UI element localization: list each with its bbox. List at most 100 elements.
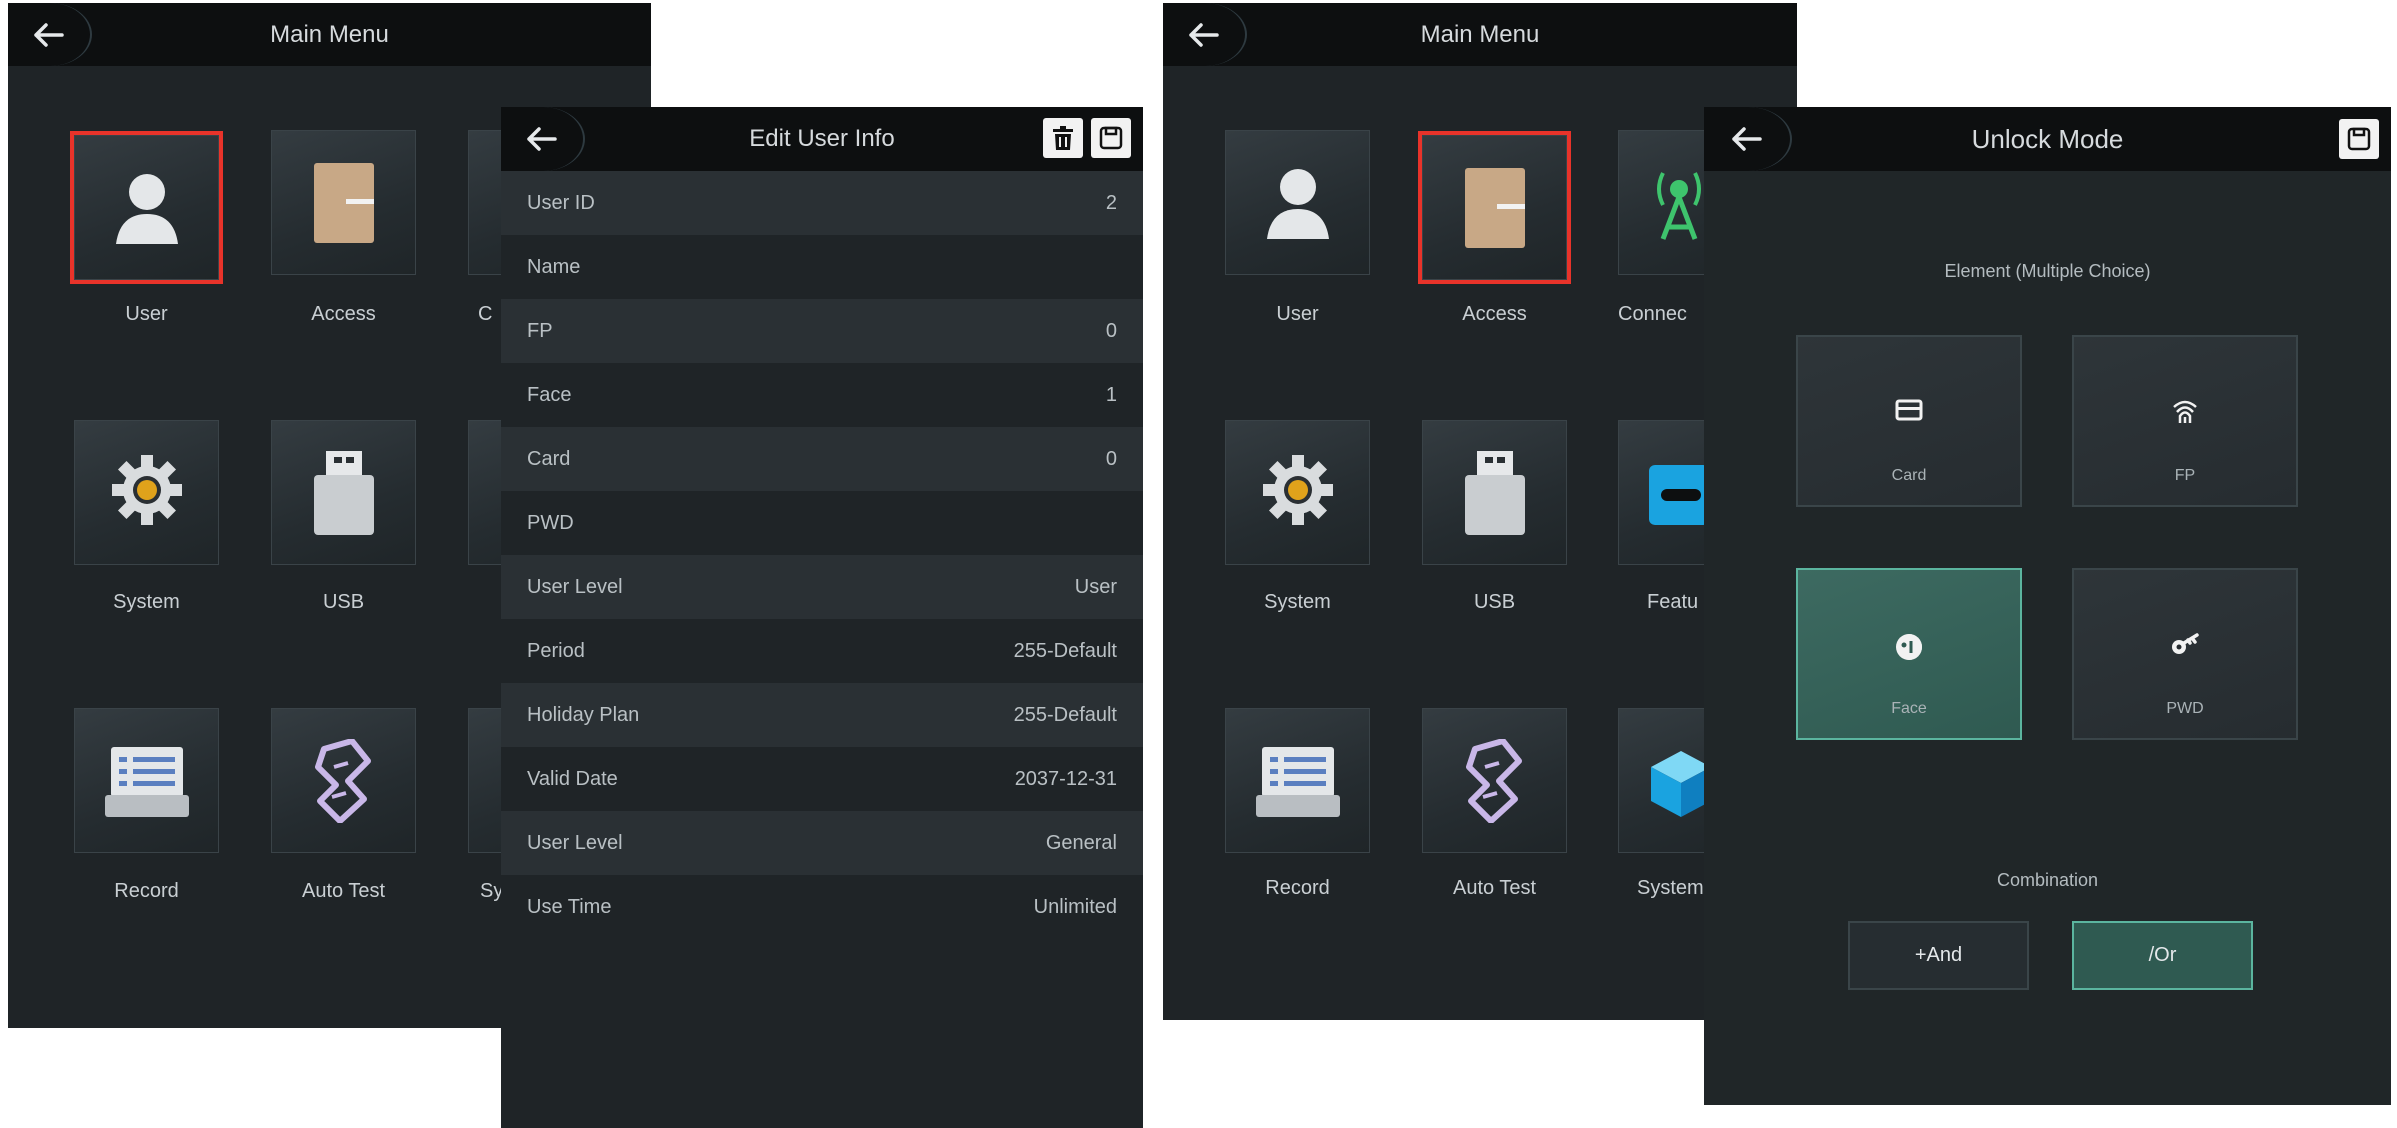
row-holiday-plan[interactable]: Holiday Plan 255-Default	[501, 683, 1143, 747]
menu-label-record: Record	[1265, 877, 1330, 899]
menu-label-user: User	[125, 303, 168, 325]
element-pwd[interactable]: PWD	[2072, 568, 2298, 740]
unlock-mode-panel: Unlock Mode Element (Multiple Choice) Ca…	[1704, 107, 2391, 1105]
row-fp[interactable]: FP 0	[501, 299, 1143, 363]
row-value: 2	[1105, 191, 1117, 214]
row-label: Use Time	[527, 895, 612, 918]
combination-or-button[interactable]: /Or	[2072, 921, 2253, 990]
gear-icon	[111, 455, 182, 525]
row-value: 255-Default	[1013, 703, 1117, 726]
element-label: Face	[1891, 700, 1927, 717]
card-icon	[1895, 399, 1923, 421]
row-value: 0	[1105, 447, 1117, 470]
menu-tile-auto-test[interactable]	[1422, 708, 1567, 853]
menu-tile-record[interactable]	[74, 708, 219, 853]
save-button[interactable]	[1091, 118, 1131, 158]
usb-drive-icon	[1464, 451, 1525, 535]
delete-button[interactable]	[1043, 118, 1083, 158]
main-menu-panel-right: Main Menu User Access Connec System USB …	[1163, 3, 1797, 1020]
row-value: 255-Default	[1013, 639, 1117, 662]
row-pwd[interactable]: PWD	[501, 491, 1143, 555]
menu-tile-user[interactable]	[70, 131, 223, 284]
menu-tile-record[interactable]	[1225, 708, 1370, 853]
row-user-level-2[interactable]: User Level General	[501, 811, 1143, 875]
menu-tile-user[interactable]	[1225, 130, 1370, 275]
row-use-time[interactable]: Use Time Unlimited	[501, 875, 1143, 939]
menu-label-system: System	[1264, 591, 1331, 613]
menu-label-auto-test: Auto Test	[301, 880, 386, 902]
row-label: User Level	[527, 575, 623, 598]
auto-test-icon	[1465, 739, 1522, 823]
face-icon	[1896, 634, 1922, 660]
fingerprint-icon	[2173, 400, 2197, 423]
save-icon	[1099, 126, 1123, 150]
row-label: User Level	[527, 831, 623, 854]
key-icon	[2172, 633, 2199, 654]
edit-user-info-panel: Edit User Info User ID 2 Name FP 0 Face …	[501, 107, 1143, 1128]
usb-drive-icon	[313, 451, 374, 535]
row-user-id[interactable]: User ID 2	[501, 171, 1143, 235]
menu-label-features: Featu	[1647, 591, 1699, 613]
element-card[interactable]: Card	[1796, 335, 2022, 507]
menu-tile-system[interactable]	[1225, 420, 1370, 565]
row-value: 0	[1105, 319, 1117, 342]
row-name[interactable]: Name	[501, 235, 1143, 299]
back-button[interactable]	[1704, 107, 1792, 171]
menu-label-usb: USB	[1473, 591, 1516, 613]
menu-label-system-info: Sy	[480, 880, 504, 902]
combination-heading: Combination	[1996, 870, 2099, 890]
row-label: Card	[527, 447, 571, 470]
menu-grid: User Access Connec System USB Featu Reco…	[1163, 3, 1797, 1020]
element-label: Card	[1891, 467, 1927, 484]
back-button[interactable]	[501, 107, 585, 171]
back-arrow-icon	[1732, 127, 1762, 151]
row-value: 1	[1105, 383, 1117, 406]
menu-label-system-info: System	[1637, 877, 1704, 899]
menu-tile-usb[interactable]	[1422, 420, 1567, 565]
row-value: User	[1074, 575, 1117, 598]
menu-label-connection: Connec	[1618, 303, 1687, 325]
element-label: PWD	[2166, 700, 2204, 717]
row-face[interactable]: Face 1	[501, 363, 1143, 427]
user-icon	[115, 174, 178, 244]
antenna-icon	[1657, 172, 1701, 240]
door-icon	[1464, 168, 1525, 248]
door-icon	[313, 163, 374, 243]
menu-label-record: Record	[114, 880, 179, 902]
menu-tile-system[interactable]	[74, 420, 219, 565]
row-label: Name	[527, 255, 581, 278]
menu-label-access: Access	[1462, 303, 1527, 325]
save-button[interactable]	[2339, 119, 2379, 159]
element-heading: Element (Multiple Choice)	[1944, 261, 2151, 281]
combination-and-button[interactable]: +And	[1848, 921, 2029, 990]
row-label: User ID	[527, 191, 595, 214]
row-value: Unlimited	[1033, 895, 1117, 918]
save-icon	[2347, 127, 2371, 151]
record-icon	[1255, 747, 1340, 817]
menu-tile-usb[interactable]	[271, 420, 416, 565]
row-value: 2037-12-31	[1014, 767, 1117, 790]
row-user-level[interactable]: User Level User	[501, 555, 1143, 619]
menu-tile-access[interactable]	[1418, 131, 1571, 284]
row-valid-date[interactable]: Valid Date 2037-12-31	[501, 747, 1143, 811]
row-value: General	[1045, 831, 1117, 854]
menu-label-system: System	[113, 591, 180, 613]
element-fp[interactable]: FP	[2072, 335, 2298, 507]
record-icon	[104, 747, 189, 817]
page-title: Edit User Info	[749, 125, 895, 152]
trash-icon	[1053, 126, 1073, 150]
menu-tile-auto-test[interactable]	[271, 708, 416, 853]
row-card[interactable]: Card 0	[501, 427, 1143, 491]
element-face[interactable]: Face	[1796, 568, 2022, 740]
menu-label-auto-test: Auto Test	[1452, 877, 1537, 899]
menu-tile-access[interactable]	[271, 130, 416, 275]
title-bar: Unlock Mode	[1704, 107, 2391, 171]
row-label: PWD	[527, 511, 574, 534]
row-label: Period	[527, 639, 585, 662]
row-label: Valid Date	[527, 767, 618, 790]
page-title: Unlock Mode	[1971, 123, 2124, 154]
gear-icon	[1262, 455, 1333, 525]
row-period[interactable]: Period 255-Default	[501, 619, 1143, 683]
title-bar: Edit User Info	[501, 107, 1143, 171]
row-label: FP	[527, 319, 553, 342]
